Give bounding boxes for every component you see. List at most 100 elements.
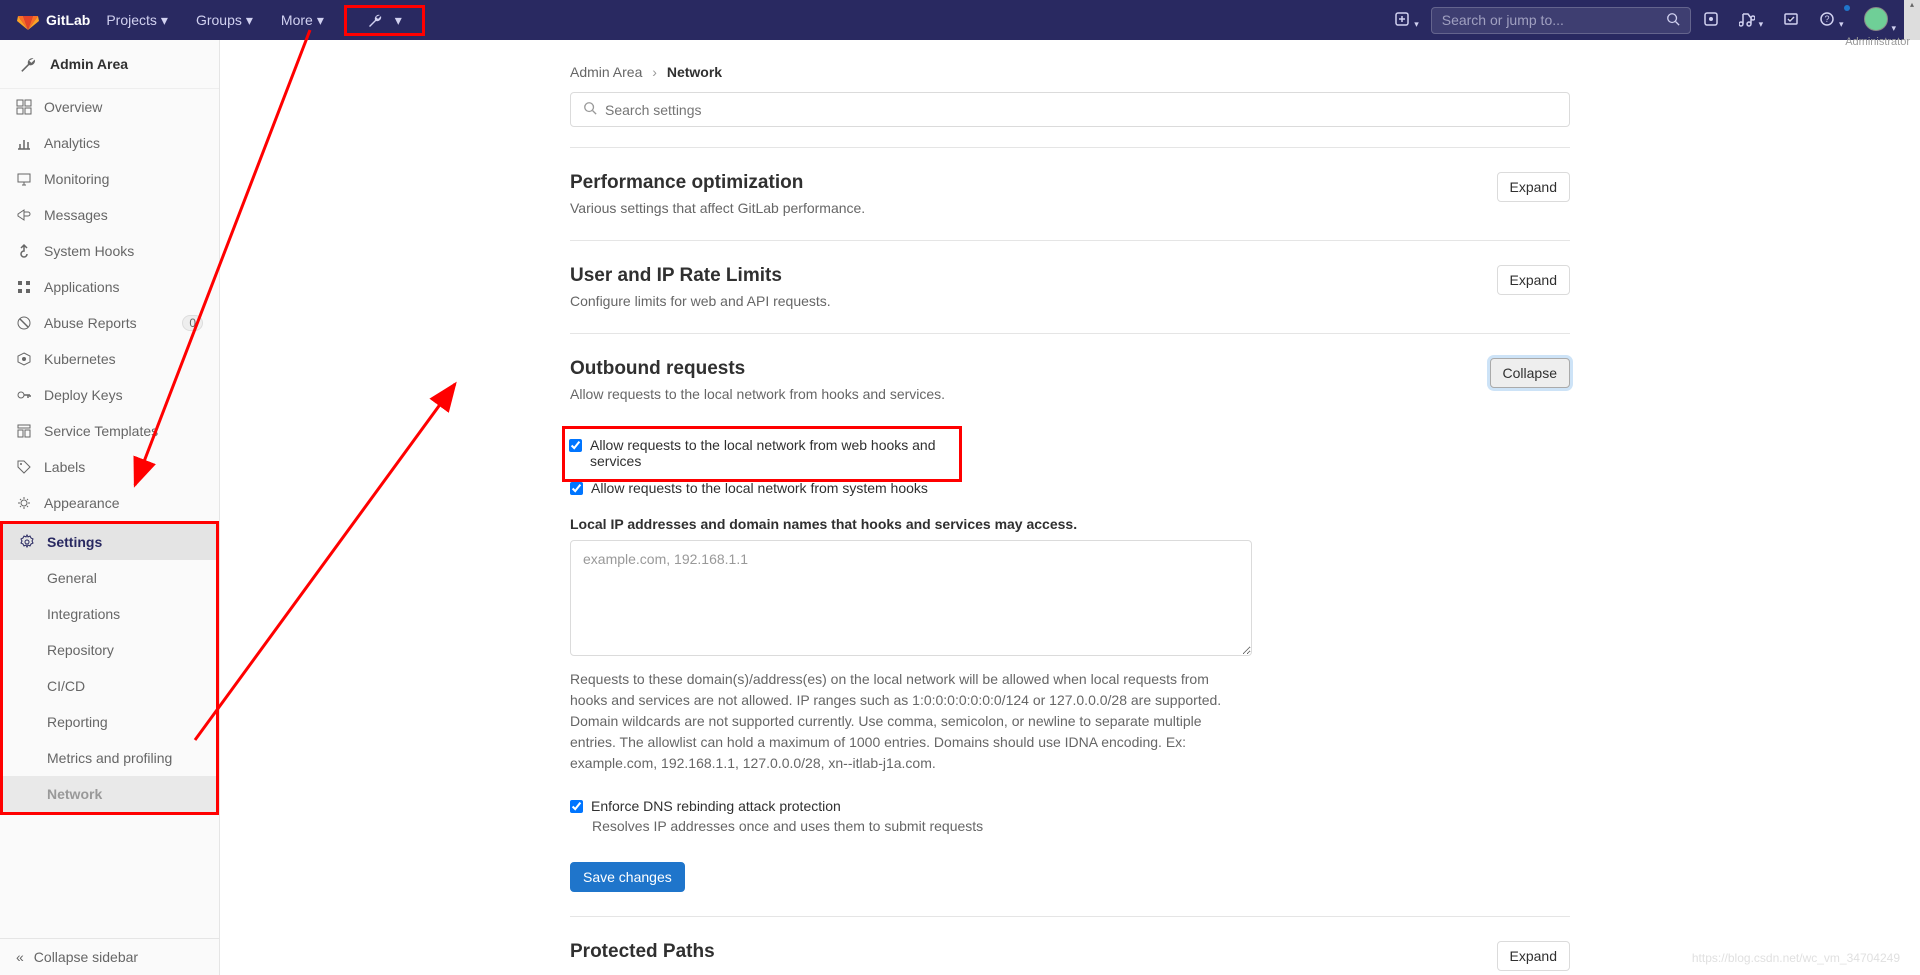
template-icon — [16, 423, 32, 439]
save-button[interactable]: Save changes — [570, 862, 685, 892]
sidebar-sub-cicd[interactable]: CI/CD — [3, 668, 216, 704]
chevron-down-icon: ▾ — [1891, 23, 1896, 33]
chevron-down-icon: ▾ — [246, 12, 253, 29]
sidebar-item-overview[interactable]: Overview — [0, 89, 219, 125]
expand-button[interactable]: Expand — [1497, 941, 1570, 971]
sidebar-item-system-hooks[interactable]: System Hooks — [0, 233, 219, 269]
section-desc: Configure limits for web and API request… — [570, 293, 1481, 309]
sidebar-item-messages[interactable]: Messages — [0, 197, 219, 233]
sidebar-item-settings[interactable]: Settings — [3, 524, 216, 560]
section-title: Outbound requests — [570, 358, 1474, 380]
watermark: https://blog.csdn.net/wc_vm_34704249 — [1692, 951, 1900, 965]
appearance-icon — [16, 495, 32, 511]
search-settings[interactable] — [570, 92, 1570, 127]
sidebar-sub-repository[interactable]: Repository — [3, 632, 216, 668]
section-rate-limits: User and IP Rate Limits Configure limits… — [570, 240, 1570, 333]
collapse-icon: « — [16, 949, 24, 965]
collapse-button[interactable]: Collapse — [1490, 358, 1570, 388]
breadcrumb-root[interactable]: Admin Area — [570, 64, 642, 80]
sidebar-item-deploy-keys[interactable]: Deploy Keys — [0, 377, 219, 413]
navbar: GitLab Projects ▾ Groups ▾ More ▾ ▾ ▾ ▾ … — [0, 0, 1920, 40]
sidebar-title: Admin Area — [0, 40, 219, 89]
chevron-right-icon: › — [652, 64, 657, 80]
section-title: Performance optimization — [570, 172, 1481, 194]
sidebar: Admin Area Overview Analytics Monitoring… — [0, 40, 220, 975]
nav-groups[interactable]: Groups ▾ — [184, 4, 265, 37]
nav-more[interactable]: More ▾ — [269, 4, 336, 37]
section-desc: Allow requests to the local network from… — [570, 386, 1474, 402]
sidebar-item-kubernetes[interactable]: Kubernetes — [0, 341, 219, 377]
section-desc: Various settings that affect GitLab perf… — [570, 200, 1481, 216]
dns-help-text: Resolves IP addresses once and uses them… — [592, 818, 1570, 834]
sidebar-sub-reporting[interactable]: Reporting — [3, 704, 216, 740]
checkbox-input[interactable] — [569, 439, 582, 452]
allowlist-help: Requests to these domain(s)/address(es) … — [570, 669, 1250, 774]
annotation-box-wrench: ▾ — [344, 5, 425, 36]
section-title: Protected Paths — [570, 941, 1481, 963]
sidebar-item-appearance[interactable]: Appearance — [0, 485, 219, 521]
checkbox-allow-system-hooks[interactable]: Allow requests to the local network from… — [570, 480, 1570, 496]
gear-icon — [19, 534, 35, 550]
apps-icon — [16, 279, 32, 295]
kube-icon — [16, 351, 32, 367]
chevron-down-icon: ▾ — [1839, 19, 1844, 29]
nav-projects[interactable]: Projects ▾ — [94, 4, 180, 37]
chevron-down-icon: ▾ — [395, 12, 402, 29]
annotation-box-checkbox: Allow requests to the local network from… — [562, 426, 962, 482]
overview-icon — [16, 99, 32, 115]
section-outbound: Outbound requests Allow requests to the … — [570, 333, 1570, 916]
key-icon — [16, 387, 32, 403]
todos-icon[interactable] — [1775, 3, 1807, 38]
avatar — [1864, 7, 1888, 31]
search-icon — [1666, 12, 1680, 29]
merge-requests-icon[interactable]: ▾ — [1731, 3, 1771, 38]
abuse-icon — [16, 315, 32, 331]
help-icon[interactable]: ? ▾ — [1811, 3, 1851, 38]
chevron-down-icon: ▾ — [1759, 19, 1764, 29]
brand-name: GitLab — [46, 12, 90, 28]
search-settings-input[interactable] — [605, 102, 1557, 118]
wrench-icon — [16, 52, 40, 76]
issues-icon[interactable] — [1695, 3, 1727, 38]
checkbox-dns-rebinding[interactable]: Enforce DNS rebinding attack protection — [570, 798, 1570, 814]
checkbox-allow-webhooks[interactable]: Allow requests to the local network from… — [569, 437, 947, 469]
breadcrumb-current: Network — [667, 64, 722, 80]
labels-icon — [16, 459, 32, 475]
sidebar-sub-general[interactable]: General — [3, 560, 216, 596]
search-icon — [583, 101, 597, 118]
sidebar-item-analytics[interactable]: Analytics — [0, 125, 219, 161]
expand-button[interactable]: Expand — [1497, 172, 1570, 202]
section-title: User and IP Rate Limits — [570, 265, 1481, 287]
chevron-down-icon: ▾ — [1414, 19, 1419, 29]
svg-text:?: ? — [1825, 14, 1830, 24]
sidebar-sub-network[interactable]: Network — [3, 776, 216, 812]
sidebar-sub-metrics[interactable]: Metrics and profiling — [3, 740, 216, 776]
checkbox-input[interactable] — [570, 482, 583, 495]
allowlist-textarea[interactable] — [570, 540, 1252, 656]
global-search[interactable] — [1431, 7, 1691, 34]
badge-count: 0 — [182, 315, 203, 331]
chevron-down-icon: ▾ — [317, 12, 324, 29]
section-performance: Performance optimization Various setting… — [570, 147, 1570, 240]
brand-logo[interactable]: GitLab — [16, 8, 90, 32]
sidebar-item-abuse-reports[interactable]: Abuse Reports0 — [0, 305, 219, 341]
sidebar-sub-integrations[interactable]: Integrations — [3, 596, 216, 632]
expand-button[interactable]: Expand — [1497, 265, 1570, 295]
section-protected-paths: Protected Paths Expand — [570, 916, 1570, 975]
analytics-icon — [16, 135, 32, 151]
checkbox-input[interactable] — [570, 800, 583, 813]
sidebar-item-monitoring[interactable]: Monitoring — [0, 161, 219, 197]
sidebar-item-labels[interactable]: Labels — [0, 449, 219, 485]
collapse-sidebar[interactable]: « Collapse sidebar — [0, 938, 219, 975]
sidebar-item-applications[interactable]: Applications — [0, 269, 219, 305]
breadcrumb: Admin Area › Network — [570, 52, 1570, 92]
scrollbar-stub — [1904, 0, 1920, 40]
global-search-input[interactable] — [1442, 12, 1660, 28]
sidebar-item-service-templates[interactable]: Service Templates — [0, 413, 219, 449]
main-content: Admin Area › Network Performance optimiz… — [220, 40, 1920, 975]
admin-wrench-icon[interactable]: ▾ — [367, 12, 402, 29]
chevron-down-icon: ▾ — [161, 12, 168, 29]
plus-icon[interactable]: ▾ — [1386, 3, 1426, 38]
monitoring-icon — [16, 171, 32, 187]
allowlist-label: Local IP addresses and domain names that… — [570, 516, 1570, 532]
